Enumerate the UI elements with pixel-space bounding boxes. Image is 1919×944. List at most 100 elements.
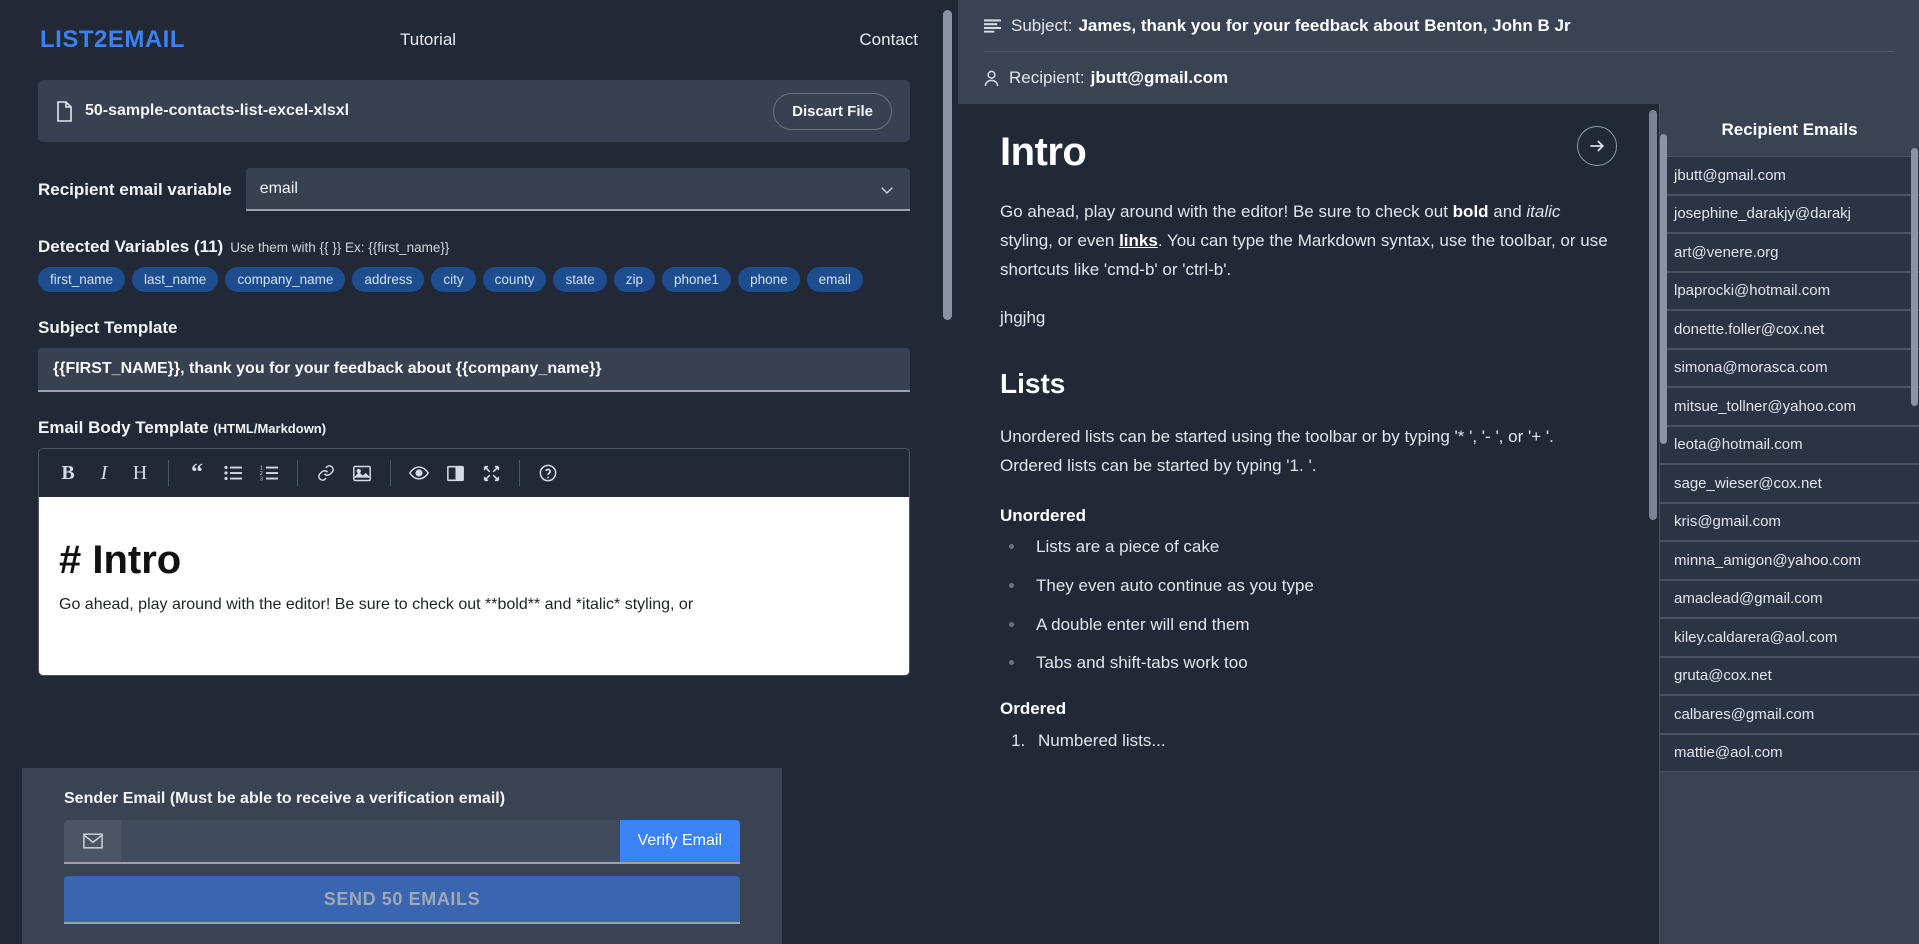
recipient-emails-left-scrollbar[interactable]	[1660, 104, 1667, 944]
recipient-email-item[interactable]: josephine_darakjy@darakj	[1660, 194, 1919, 233]
next-recipient-button[interactable]	[1577, 126, 1617, 166]
recipient-email-item[interactable]: mitsue_tollner@yahoo.com	[1660, 387, 1919, 426]
preview-split: Intro Go ahead, play around with the edi…	[958, 104, 1919, 944]
markdown-editor: B I H “ 123 # Intro Go ahead, play aroun…	[38, 448, 910, 676]
variable-chip[interactable]: company_name	[225, 267, 346, 292]
heading-icon[interactable]: H	[123, 456, 157, 490]
preview-eye-icon[interactable]	[402, 456, 436, 490]
variable-chip[interactable]: phone	[738, 267, 800, 292]
recipient-email-item[interactable]: simona@morasca.com	[1660, 348, 1919, 387]
preview-custom-paragraph: jhgjhg	[1000, 307, 1046, 327]
detected-variables-hint: Use them with {{ }} Ex: {{first_name}}	[230, 240, 450, 255]
recipient-email-item[interactable]: minna_amigon@yahoo.com	[1660, 541, 1919, 580]
variable-chip[interactable]: state	[553, 267, 607, 292]
variable-chip[interactable]: first_name	[38, 267, 126, 292]
recipient-email-item[interactable]: amaclead@gmail.com	[1660, 579, 1919, 618]
recipient-email-item[interactable]: mattie@aol.com	[1660, 733, 1919, 772]
subject-template-input[interactable]	[38, 348, 910, 392]
recipient-email-item[interactable]: kiley.caldarera@aol.com	[1660, 618, 1919, 657]
intro-links-link[interactable]: links	[1119, 231, 1158, 250]
nav-link-contact[interactable]: Contact	[859, 30, 918, 50]
recipient-email-item[interactable]: sage_wieser@cox.net	[1660, 464, 1919, 503]
discard-file-button[interactable]: Discart File	[773, 92, 892, 130]
app-root: LIST2EMAIL Tutorial Contact 50-sample-co…	[0, 0, 1919, 944]
variable-chip[interactable]: zip	[613, 267, 655, 292]
preview-recipient-label: Recipient:	[1009, 68, 1085, 87]
recipient-variable-value: email	[259, 179, 298, 197]
preview-scrollbar[interactable]	[1649, 104, 1657, 944]
ordered-list-icon[interactable]: 123	[252, 456, 286, 490]
list-item: Tabs and shift-tabs work too	[1026, 654, 1617, 673]
variable-chip[interactable]: address	[352, 267, 425, 292]
email-preview-body: Intro Go ahead, play around with the edi…	[958, 104, 1659, 944]
preview-heading-unordered: Unordered	[1000, 506, 1086, 526]
recipient-variable-select[interactable]: email	[245, 168, 910, 211]
quote-icon[interactable]: “	[180, 456, 214, 490]
left-content: LIST2EMAIL Tutorial Contact 50-sample-co…	[0, 0, 958, 876]
detected-variables-block: Detected Variables (11) Use them with {{…	[38, 237, 910, 292]
subject-template-label: Subject Template	[38, 318, 178, 337]
email-body-template-title: Email Body Template	[38, 418, 209, 437]
side-by-side-icon[interactable]	[438, 456, 472, 490]
left-pane-scrollbar[interactable]	[943, 0, 952, 944]
italic-icon[interactable]: I	[87, 456, 121, 490]
preview-ordered-list: Numbered lists...	[1030, 731, 1617, 751]
preview-header: Subject: James, thank you for your feedb…	[958, 0, 1919, 104]
markdown-editor-textarea[interactable]: # Intro Go ahead, play around with the e…	[39, 497, 909, 675]
recipient-variable-row: Recipient email variable email	[38, 168, 910, 211]
variable-chip[interactable]: city	[431, 267, 476, 292]
list-item: They even auto continue as you type	[1026, 576, 1617, 596]
preview-scrollbar-thumb[interactable]	[1649, 110, 1657, 520]
recipient-email-item[interactable]: lpaprocki@hotmail.com	[1660, 271, 1919, 310]
variable-chip[interactable]: county	[482, 267, 547, 292]
recipient-email-item[interactable]: calbares@gmail.com	[1660, 695, 1919, 734]
sender-email-input[interactable]	[121, 820, 620, 862]
top-navbar: LIST2EMAIL Tutorial Contact	[0, 0, 958, 80]
editor-heading-line: # Intro	[59, 538, 182, 582]
verify-email-button[interactable]: Verify Email	[619, 820, 740, 862]
recipient-emails-scrollbar-thumb[interactable]	[1911, 148, 1918, 406]
recipient-email-item[interactable]: gruta@cox.net	[1660, 656, 1919, 695]
preview-intro-paragraph: Go ahead, play around with the editor! B…	[1000, 197, 1617, 285]
toolbar-separator	[297, 460, 298, 486]
toolbar-separator	[168, 460, 169, 486]
left-pane: LIST2EMAIL Tutorial Contact 50-sample-co…	[0, 0, 958, 944]
preview-recipient-value: jbutt@gmail.com	[1090, 68, 1229, 87]
recipient-variable-label: Recipient email variable	[38, 179, 232, 199]
recipient-emails-left-scrollbar-thumb[interactable]	[1660, 134, 1667, 444]
image-icon[interactable]	[345, 456, 379, 490]
recipient-email-item[interactable]: art@venere.org	[1660, 233, 1919, 272]
recipient-email-item[interactable]: kris@gmail.com	[1660, 502, 1919, 541]
editor-paragraph-line: Go ahead, play around with the editor! B…	[59, 596, 694, 613]
svg-text:3: 3	[260, 477, 263, 482]
variable-chip[interactable]: phone1	[662, 267, 732, 292]
detected-variables-title: Detected Variables (11)	[38, 237, 224, 256]
variable-chip[interactable]: last_name	[132, 267, 219, 292]
preview-heading-intro: Intro	[1000, 130, 1087, 174]
recipient-email-item[interactable]: leota@hotmail.com	[1660, 425, 1919, 464]
intro-bold-word: bold	[1452, 202, 1489, 221]
link-icon[interactable]	[309, 456, 343, 490]
toolbar-separator	[519, 460, 520, 486]
list-item: Numbered lists...	[1030, 731, 1617, 751]
recipient-email-item[interactable]: donette.foller@cox.net	[1660, 310, 1919, 349]
unordered-list-icon[interactable]	[216, 456, 250, 490]
recipient-emails-list[interactable]: jbutt@gmail.com josephine_darakjy@darakj a…	[1660, 156, 1919, 944]
file-name: 50-sample-contacts-list-excel-xlsxl	[85, 102, 350, 119]
app-logo[interactable]: LIST2EMAIL	[40, 26, 380, 54]
bold-icon[interactable]: B	[51, 456, 85, 490]
variable-chip[interactable]: email	[806, 267, 863, 292]
recipient-emails-scrollbar[interactable]	[1911, 104, 1918, 944]
recipient-email-item[interactable]: jbutt@gmail.com	[1660, 156, 1919, 195]
preview-unordered-list: Lists are a piece of cake They even auto …	[1026, 538, 1617, 673]
preview-subject-label: Subject:	[1011, 15, 1073, 35]
sender-email-label: Sender Email (Must be able to receive a …	[64, 790, 506, 807]
nav-link-tutorial[interactable]: Tutorial	[400, 30, 456, 50]
fullscreen-icon[interactable]	[474, 456, 508, 490]
help-icon[interactable]	[531, 456, 565, 490]
subject-lines-icon	[984, 18, 1001, 33]
send-emails-button[interactable]: SEND 50 EMAILS	[64, 876, 740, 924]
chevron-down-icon	[878, 181, 896, 204]
left-pane-scrollbar-thumb[interactable]	[943, 10, 952, 320]
recipient-emails-title: Recipient Emails	[1721, 120, 1858, 139]
